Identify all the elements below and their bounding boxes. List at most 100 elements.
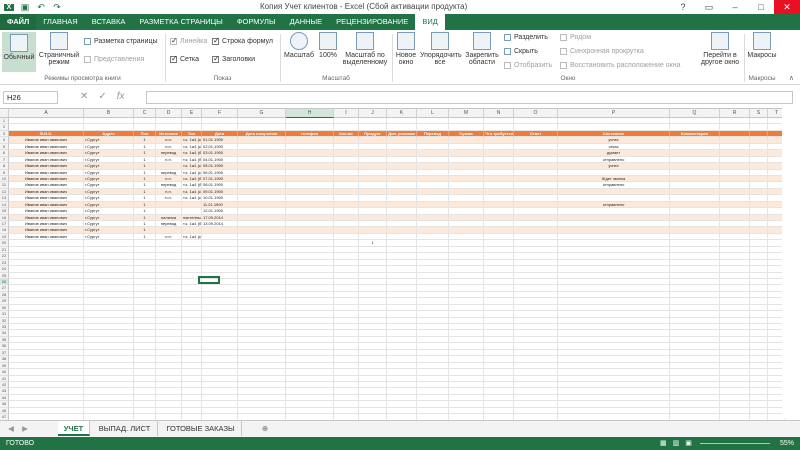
- column-header[interactable]: R: [720, 109, 750, 118]
- tab-file[interactable]: ФАЙЛ: [0, 14, 37, 30]
- column-header[interactable]: B: [84, 109, 134, 118]
- column-header[interactable]: L: [417, 109, 449, 118]
- sync-scroll-button: Синхронная прокрутка: [560, 48, 644, 55]
- sheet-tab-ready-orders[interactable]: ГОТОВЫЕ ЗАКАЗЫ: [160, 421, 242, 436]
- unhide-label: Отобразить: [514, 62, 553, 69]
- close-icon[interactable]: ✕: [774, 0, 800, 14]
- column-header[interactable]: P: [558, 109, 670, 118]
- unhide-button: Отобразить: [504, 62, 552, 69]
- quick-access-toolbar: X ▣ ↶ ↷: [0, 2, 62, 13]
- rows: 1 2 3 Ф.И.О. Адрес Пол Источник Тип Дата Дата пол…: [0, 118, 800, 420]
- formula-bar: H26 ✕ ✓ fx: [0, 89, 800, 106]
- column-headers: ABCDEFGHIJKLMNOPQRSTUVW: [0, 109, 800, 118]
- view-buttons[interactable]: ▦▥▣: [660, 437, 698, 450]
- confirm-icon[interactable]: ✓: [98, 91, 106, 102]
- ribbon: Обычный Страничный режим Разметка страни…: [0, 30, 800, 85]
- tab-review[interactable]: РЕЦЕНЗИРОВАНИЕ: [329, 14, 415, 30]
- macros-label: Макросы: [747, 52, 777, 59]
- formula-bar-label: Строка формул: [222, 38, 273, 45]
- zoom-100-button[interactable]: 100%: [317, 32, 339, 59]
- split-button[interactable]: Разделить: [504, 34, 548, 41]
- tab-home[interactable]: ГЛАВНАЯ: [36, 14, 84, 30]
- column-header[interactable]: D: [156, 109, 182, 118]
- hide-button[interactable]: Скрыть: [504, 48, 538, 55]
- column-header[interactable]: G: [238, 109, 286, 118]
- formula-input[interactable]: [146, 91, 793, 104]
- tab-view[interactable]: ВИД: [415, 14, 445, 30]
- macros-button[interactable]: Макросы: [746, 32, 778, 59]
- add-sheet-icon[interactable]: ⊕: [258, 421, 272, 436]
- sheet-tab-uchet[interactable]: УЧЕТ: [58, 421, 90, 436]
- column-header[interactable]: A: [9, 109, 84, 118]
- spreadsheet-grid[interactable]: ABCDEFGHIJKLMNOPQRSTUVW 123Ф.И.О.АдресПо…: [0, 108, 800, 420]
- tab-page-layout[interactable]: РАЗМЕТКА СТРАНИЦЫ: [132, 14, 229, 30]
- name-box[interactable]: H26: [3, 91, 58, 104]
- page-break-view-button[interactable]: Страничный режим: [38, 32, 80, 66]
- function-icon[interactable]: fx: [117, 91, 125, 102]
- select-all-corner[interactable]: [0, 109, 9, 118]
- split-label: Разделить: [514, 34, 548, 41]
- column-header[interactable]: Q: [670, 109, 720, 118]
- zoom-button[interactable]: Масштаб: [283, 32, 315, 59]
- tab-formulas[interactable]: ФОРМУЛЫ: [230, 14, 283, 30]
- ribbon-display-icon[interactable]: ▭: [696, 0, 722, 14]
- collapse-ribbon-icon[interactable]: ∧: [789, 74, 794, 82]
- page-mode-label: Страничный режим: [38, 52, 80, 66]
- zoom-slider[interactable]: [700, 443, 770, 444]
- sheet-tab-dropdown-list[interactable]: ВЫПАД. ЛИСТ: [92, 421, 158, 436]
- formula-bar-checkbox[interactable]: Строка формул: [212, 36, 273, 45]
- zoom-selection-label: Масштаб по выделенному: [342, 52, 388, 66]
- redo-icon[interactable]: ↷: [52, 2, 62, 13]
- column-header[interactable]: S: [750, 109, 768, 118]
- help-icon[interactable]: ?: [670, 0, 696, 14]
- column-header[interactable]: J: [359, 109, 387, 118]
- arrange-all-button[interactable]: Упорядочить все: [420, 32, 462, 66]
- normal-view-button[interactable]: Обычный: [2, 32, 36, 72]
- new-window-label: Новое окно: [395, 52, 417, 66]
- sync-scroll-label: Синхронная прокрутка: [570, 48, 644, 55]
- reset-position-button: Восстановить расположение окна: [560, 62, 680, 69]
- next-sheet-icon[interactable]: ▶: [18, 421, 32, 436]
- save-icon[interactable]: ▣: [20, 2, 30, 13]
- cancel-icon[interactable]: ✕: [80, 91, 88, 102]
- freeze-panes-button[interactable]: Закрепить области: [462, 32, 502, 66]
- column-header[interactable]: C: [134, 109, 156, 118]
- minimize-icon[interactable]: –: [722, 0, 748, 14]
- tab-data[interactable]: ДАННЫЕ: [283, 14, 330, 30]
- ruler-label: Линейка: [180, 38, 208, 45]
- vertical-scrollbar[interactable]: [782, 108, 800, 418]
- views-button: Представления: [84, 56, 144, 63]
- column-header[interactable]: I: [334, 109, 359, 118]
- new-window-button[interactable]: Новое окно: [394, 32, 418, 66]
- column-header[interactable]: N: [484, 109, 514, 118]
- group-zoom-label: Масштаб: [322, 75, 350, 82]
- column-header[interactable]: O: [514, 109, 558, 118]
- column-header[interactable]: E: [182, 109, 202, 118]
- undo-icon[interactable]: ↶: [36, 2, 46, 13]
- prev-sheet-icon[interactable]: ◀: [4, 421, 18, 436]
- maximize-icon[interactable]: □: [748, 0, 774, 14]
- zoom-selection-button[interactable]: Масштаб по выделенному: [341, 32, 389, 66]
- sheet-tab-bar: ◀ ▶ УЧЕТ ВЫПАД. ЛИСТ ГОТОВЫЕ ЗАКАЗЫ ⊕: [0, 420, 800, 437]
- side-by-side-button: Рядом: [560, 34, 591, 41]
- hide-label: Скрыть: [514, 48, 538, 55]
- page-layout-button[interactable]: Разметка страницы: [84, 38, 158, 45]
- excel-logo-icon: X: [4, 3, 14, 11]
- column-header[interactable]: M: [449, 109, 484, 118]
- active-cell[interactable]: [198, 276, 220, 284]
- gridlines-label: Сетка: [180, 56, 200, 63]
- column-header[interactable]: K: [387, 109, 417, 118]
- window-title: Копия Учет клиентов - Excel (Сбой актива…: [260, 2, 468, 11]
- zoom-100-label: 100%: [319, 52, 337, 59]
- ready-status: ГОТОВО: [6, 440, 35, 447]
- column-header[interactable]: H: [286, 109, 334, 118]
- column-header[interactable]: F: [202, 109, 238, 118]
- gridlines-checkbox[interactable]: Сетка: [170, 54, 200, 63]
- side-by-side-label: Рядом: [570, 34, 592, 41]
- headings-label: Заголовки: [222, 56, 256, 63]
- tab-insert[interactable]: ВСТАВКА: [85, 14, 133, 30]
- switch-window-button[interactable]: Перейти в другое окно: [698, 32, 742, 66]
- headings-checkbox[interactable]: Заголовки: [212, 54, 256, 63]
- group-views-label: Режимы просмотра книги: [44, 75, 121, 82]
- ribbon-tabs: ФАЙЛ ГЛАВНАЯ ВСТАВКА РАЗМЕТКА СТРАНИЦЫ Ф…: [0, 14, 800, 30]
